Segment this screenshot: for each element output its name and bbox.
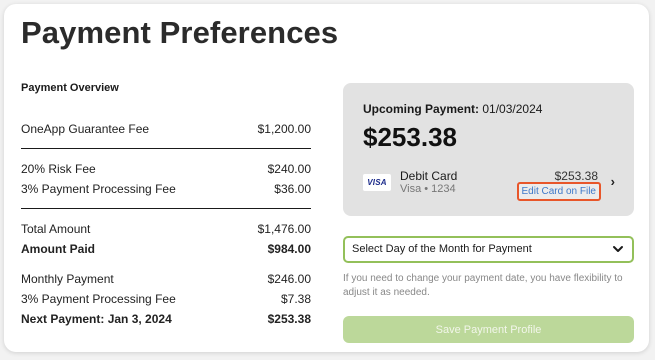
upcoming-payment-panel: Upcoming Payment: 01/03/2024 $253.38 VIS… bbox=[343, 83, 634, 216]
overview-row: 20% Risk Fee $240.00 bbox=[21, 159, 311, 179]
payment-date-hint: If you need to change your payment date,… bbox=[343, 273, 623, 298]
overview-row-value: $1,476.00 bbox=[257, 222, 311, 236]
payment-preferences-card: Payment Preferences Payment Overview One… bbox=[4, 4, 649, 352]
overview-row-label: Amount Paid bbox=[21, 242, 95, 256]
page-title: Payment Preferences bbox=[21, 15, 339, 50]
overview-row-value: $240.00 bbox=[267, 162, 311, 176]
payment-method-amount: $253.38 bbox=[554, 169, 598, 183]
overview-row-value: $1,200.00 bbox=[257, 122, 311, 136]
payment-overview: Payment Overview OneApp Guarantee Fee $1,… bbox=[21, 82, 311, 329]
edit-card-link[interactable]: Edit Card on File bbox=[516, 182, 601, 201]
upcoming-payment-label: Upcoming Payment: bbox=[363, 102, 480, 116]
overview-row: 3% Payment Processing Fee $7.38 bbox=[21, 289, 311, 309]
overview-group: Total Amount $1,476.00 Amount Paid $984.00 bbox=[21, 219, 311, 259]
overview-row-value: $984.00 bbox=[267, 242, 311, 256]
section-divider bbox=[21, 208, 311, 209]
overview-row-label: 20% Risk Fee bbox=[21, 162, 96, 176]
upcoming-payment-date: 01/03/2024 bbox=[482, 102, 543, 116]
overview-row: Amount Paid $984.00 bbox=[21, 239, 311, 259]
overview-row: Total Amount $1,476.00 bbox=[21, 219, 311, 239]
overview-heading: Payment Overview bbox=[21, 82, 119, 94]
upcoming-payment-line: Upcoming Payment: 01/03/2024 bbox=[363, 102, 614, 116]
overview-row: 3% Payment Processing Fee $36.00 bbox=[21, 179, 311, 199]
overview-group: OneApp Guarantee Fee $1,200.00 bbox=[21, 119, 311, 139]
payment-day-select-value: Select Day of the Month for Payment bbox=[352, 243, 532, 255]
overview-row-label: 3% Payment Processing Fee bbox=[21, 182, 176, 196]
payment-actions: Upcoming Payment: 01/03/2024 $253.38 VIS… bbox=[343, 83, 634, 343]
overview-rows: OneApp Guarantee Fee $1,200.00 20% Risk Fe… bbox=[21, 119, 311, 329]
overview-group: Monthly Payment $246.00 3% Payment Process… bbox=[21, 269, 311, 329]
overview-row-value: $36.00 bbox=[274, 182, 311, 196]
chevron-down-icon bbox=[613, 246, 623, 252]
section-divider bbox=[21, 148, 311, 149]
overview-row-label: Total Amount bbox=[21, 222, 91, 236]
overview-row-label: OneApp Guarantee Fee bbox=[21, 122, 150, 136]
upcoming-payment-amount: $253.38 bbox=[363, 122, 457, 152]
overview-row: Next Payment: Jan 3, 2024 $253.38 bbox=[21, 309, 311, 329]
overview-row-value: $253.38 bbox=[267, 312, 311, 326]
overview-row-label: Monthly Payment bbox=[21, 272, 114, 286]
payment-method-name: Debit Card bbox=[400, 169, 458, 183]
visa-logo-icon: VISA bbox=[363, 174, 391, 191]
overview-row-label: Next Payment: Jan 3, 2024 bbox=[21, 312, 172, 326]
overview-row-value: $7.38 bbox=[280, 292, 311, 306]
overview-row-label: 3% Payment Processing Fee bbox=[21, 292, 176, 306]
chevron-right-icon[interactable]: › bbox=[611, 174, 615, 189]
payment-method[interactable]: VISA Debit Card Visa • 1234 $253.38 Edit… bbox=[363, 169, 615, 205]
overview-row: Monthly Payment $246.00 bbox=[21, 269, 311, 289]
payment-day-select[interactable]: Select Day of the Month for Payment bbox=[343, 236, 634, 263]
overview-row-value: $246.00 bbox=[267, 272, 311, 286]
payment-method-detail: Visa • 1234 bbox=[400, 183, 456, 195]
overview-row: OneApp Guarantee Fee $1,200.00 bbox=[21, 119, 311, 139]
save-payment-profile-button[interactable]: Save Payment Profile bbox=[343, 316, 634, 343]
overview-group: 20% Risk Fee $240.00 3% Payment Processing… bbox=[21, 159, 311, 199]
